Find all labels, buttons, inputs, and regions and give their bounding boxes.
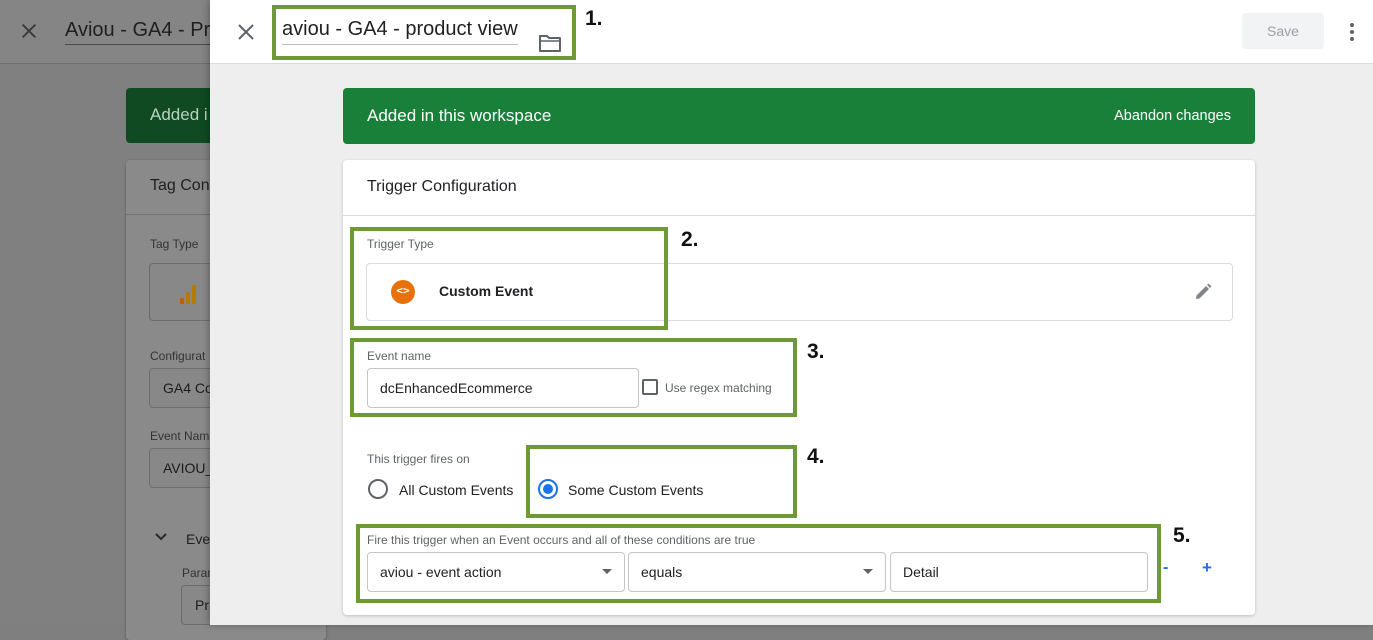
pencil-icon[interactable] [1193, 282, 1213, 302]
analytics-icon [180, 285, 196, 304]
annotation-number-2: 2. [681, 228, 699, 251]
annotation-number-3: 3. [807, 340, 825, 363]
trigger-configuration-card: Trigger Configuration Trigger Type <> Cu… [343, 160, 1255, 615]
trigger-type-label: Trigger Type [367, 237, 434, 251]
save-button[interactable]: Save [1242, 13, 1324, 49]
radio-all-custom-events[interactable] [368, 479, 388, 499]
background-card-title: Tag Con [150, 177, 210, 194]
condition-operator-select[interactable]: equals [628, 552, 886, 592]
background-tag-type-label: Tag Type [150, 237, 199, 251]
background-banner-text: Added i [150, 105, 208, 124]
conditions-label: Fire this trigger when an Event occurs a… [367, 533, 756, 547]
more-vert-icon[interactable] [1342, 20, 1362, 44]
regex-checkbox-label: Use regex matching [665, 381, 772, 395]
close-icon[interactable] [234, 20, 258, 44]
dropdown-arrow-icon [602, 569, 612, 574]
background-event-name-value: AVIOU_ [163, 460, 214, 476]
workspace-banner: Added in this workspace Abandon changes [343, 88, 1255, 144]
condition-operator-value: equals [641, 564, 683, 580]
condition-value: Detail [903, 564, 939, 580]
background-config-value: GA4 Co [163, 380, 213, 396]
background-tag-title: Aviou - GA4 - Pr [65, 19, 211, 45]
radio-all-custom-events-label[interactable]: All Custom Events [399, 482, 513, 498]
regex-checkbox[interactable] [642, 379, 658, 395]
trigger-name-field[interactable]: aviou - GA4 - product view [282, 12, 561, 52]
divider [343, 215, 1255, 216]
folder-icon[interactable] [538, 33, 562, 53]
radio-some-custom-events[interactable] [538, 479, 558, 499]
code-brackets-icon: <> [391, 280, 415, 304]
workspace-banner-text: Added in this workspace [367, 106, 552, 125]
radio-some-custom-events-label[interactable]: Some Custom Events [568, 482, 703, 498]
annotation-number-4: 4. [807, 445, 825, 468]
trigger-editor-panel: aviou - GA4 - product view Save Added in… [210, 0, 1373, 625]
abandon-changes-button[interactable]: Abandon changes [1114, 108, 1231, 124]
event-name-value: dcEnhancedEcommerce [380, 380, 533, 396]
close-icon[interactable] [18, 20, 40, 42]
background-param-value: Pr [195, 597, 209, 613]
chevron-down-icon [155, 533, 167, 541]
dropdown-arrow-icon [863, 569, 873, 574]
event-name-input[interactable]: dcEnhancedEcommerce [367, 368, 639, 408]
annotation-number-1: 1. [585, 7, 603, 30]
trigger-type-value: Custom Event [439, 283, 534, 299]
background-event-name-label: Event Nam [150, 429, 210, 443]
trigger-name-input[interactable]: aviou - GA4 - product view [282, 18, 518, 45]
annotation-number-5: 5. [1173, 524, 1191, 547]
background-config-label: Configurat [150, 349, 206, 363]
trigger-type-selector[interactable]: <> Custom Event [366, 263, 1233, 321]
add-condition-button[interactable]: + [1202, 558, 1212, 578]
condition-variable-select[interactable]: aviou - event action [367, 552, 625, 592]
trigger-header: aviou - GA4 - product view Save [210, 0, 1373, 64]
condition-value-input[interactable]: Detail [890, 552, 1148, 592]
condition-variable-value: aviou - event action [380, 564, 502, 580]
fires-on-label: This trigger fires on [367, 452, 470, 466]
event-name-label: Event name [367, 349, 432, 363]
remove-condition-button[interactable]: - [1163, 559, 1168, 577]
card-title: Trigger Configuration [367, 178, 517, 195]
